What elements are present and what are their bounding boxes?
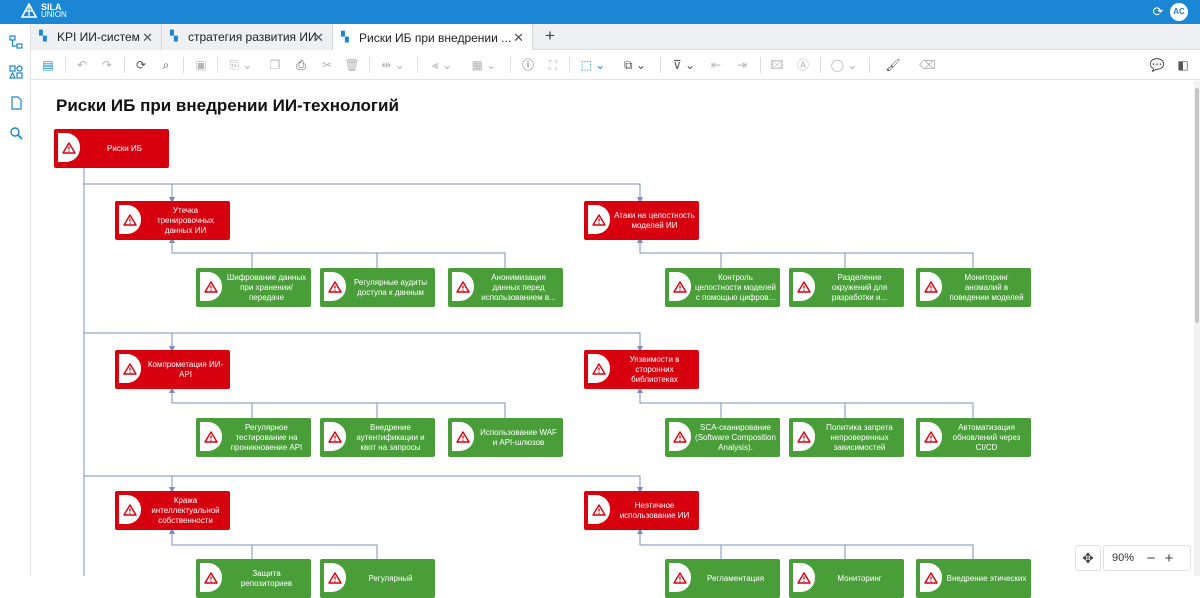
warning-icon [588, 205, 610, 234]
measure-node-n5a[interactable]: Защита репозиториев [196, 559, 311, 598]
node-label: Внедрение аутентификации и квот на запро… [356, 422, 425, 452]
risk-node-n4[interactable]: Уязвимости в сторонних библиотеках [584, 350, 699, 389]
warning-icon [588, 495, 610, 524]
zoom-control: 90% − + [1103, 545, 1191, 571]
pan-icon[interactable]: ✥ [1075, 545, 1101, 571]
warning-icon [920, 272, 942, 301]
measure-node-n5b[interactable]: Регулярный [320, 559, 435, 598]
measure-node-n2c[interactable]: Мониторинг аномалий в поведении моделей [916, 268, 1031, 307]
risk-node-n6[interactable]: Неэтичное использование ИИ [584, 491, 699, 530]
warning-icon [793, 272, 815, 301]
measure-node-n3c[interactable]: Использование WAF и API-шлюзов [448, 418, 563, 457]
measure-node-n2b[interactable]: Разделение окружений для разработки и... [789, 268, 904, 307]
node-label: Использование WAF и API-шлюзов [480, 427, 557, 447]
warning-icon [452, 272, 474, 301]
node-label: Внедрение этических [946, 573, 1027, 583]
measure-node-n6c[interactable]: Внедрение этических [916, 559, 1031, 598]
measure-node-n2a[interactable]: Контроль целостности моделей с помощью ц… [665, 268, 780, 307]
risk-node-n2[interactable]: Атаки на целостность моделей ИИ [584, 201, 699, 240]
measure-node-n4c[interactable]: Автоматизация обновлений через CI/CD [916, 418, 1031, 457]
node-label: Разделение окружений для разработки и... [831, 272, 888, 302]
node-label: Автоматизация обновлений через CI/CD [952, 422, 1021, 452]
risk-node-n3[interactable]: Компрометация ИИ-API [115, 350, 230, 389]
warning-icon [119, 495, 141, 524]
node-label: Утечка тренировочных данных ИИ [156, 205, 215, 235]
measure-node-n1a[interactable]: Шифрование данных при хранении/передаче [196, 268, 311, 307]
warning-icon [119, 205, 141, 234]
warning-icon [58, 133, 80, 162]
warning-icon [119, 354, 141, 383]
warning-icon [793, 422, 815, 451]
measure-node-n1b[interactable]: Регулярные аудиты доступа к данным [320, 268, 435, 307]
root-node[interactable]: Риски ИБ [54, 129, 169, 168]
node-label: Неэтичное использование ИИ [619, 500, 690, 520]
warning-icon [669, 563, 691, 592]
measure-node-n6a[interactable]: Регламентация [665, 559, 780, 598]
node-label: Политика запрета непроверенных зависимос… [826, 422, 893, 452]
node-label: Регулярный [368, 573, 413, 583]
zoom-in-button[interactable]: + [1160, 550, 1178, 567]
node-label: Регулярные аудиты доступа к данным [353, 277, 428, 297]
node-label: Регулярное тестирование на проникновение… [230, 422, 303, 452]
measure-node-n3a[interactable]: Регулярное тестирование на проникновение… [196, 418, 311, 457]
warning-icon [452, 422, 474, 451]
risk-node-n5[interactable]: Кража интеллектуальной собственности [115, 491, 230, 530]
warning-icon [200, 563, 222, 592]
measure-node-n4b[interactable]: Политика запрета непроверенных зависимос… [789, 418, 904, 457]
warning-icon [793, 563, 815, 592]
node-label: Атаки на целостность моделей ИИ [614, 210, 695, 230]
node-label: Кража интеллектуальной собственности [151, 495, 220, 525]
node-label: Уязвимости в сторонних библиотеках [629, 354, 680, 384]
node-label: Регламентация [706, 573, 765, 583]
node-label: Анонимизация данных перед использованием… [481, 272, 556, 302]
zoom-out-button[interactable]: − [1142, 550, 1160, 567]
node-label: Компрометация ИИ-API [147, 359, 224, 379]
warning-icon [920, 563, 942, 592]
warning-icon [200, 272, 222, 301]
zoom-level: 90% [1112, 552, 1135, 564]
warning-icon [324, 422, 346, 451]
node-label: SCA-сканирование (Software Composition A… [695, 422, 776, 452]
warning-icon [200, 422, 222, 451]
node-label: Мониторинг [837, 573, 882, 583]
measure-node-n4a[interactable]: SCA-сканирование (Software Composition A… [665, 418, 780, 457]
warning-icon [324, 272, 346, 301]
node-label: Контроль целостности моделей с помощью ц… [695, 272, 776, 302]
measure-node-n3b[interactable]: Внедрение аутентификации и квот на запро… [320, 418, 435, 457]
warning-icon [669, 272, 691, 301]
warning-icon [920, 422, 942, 451]
node-label: Мониторинг аномалий в поведении моделей [949, 272, 1024, 302]
node-label: Защита репозиториев [240, 568, 293, 588]
measure-node-n1c[interactable]: Анонимизация данных перед использованием… [448, 268, 563, 307]
risk-node-n1[interactable]: Утечка тренировочных данных ИИ [115, 201, 230, 240]
warning-icon [324, 563, 346, 592]
measure-node-n6b[interactable]: Мониторинг [789, 559, 904, 598]
warning-icon [669, 422, 691, 451]
node-label: Шифрование данных при хранении/передаче [226, 272, 307, 302]
warning-icon [588, 354, 610, 383]
